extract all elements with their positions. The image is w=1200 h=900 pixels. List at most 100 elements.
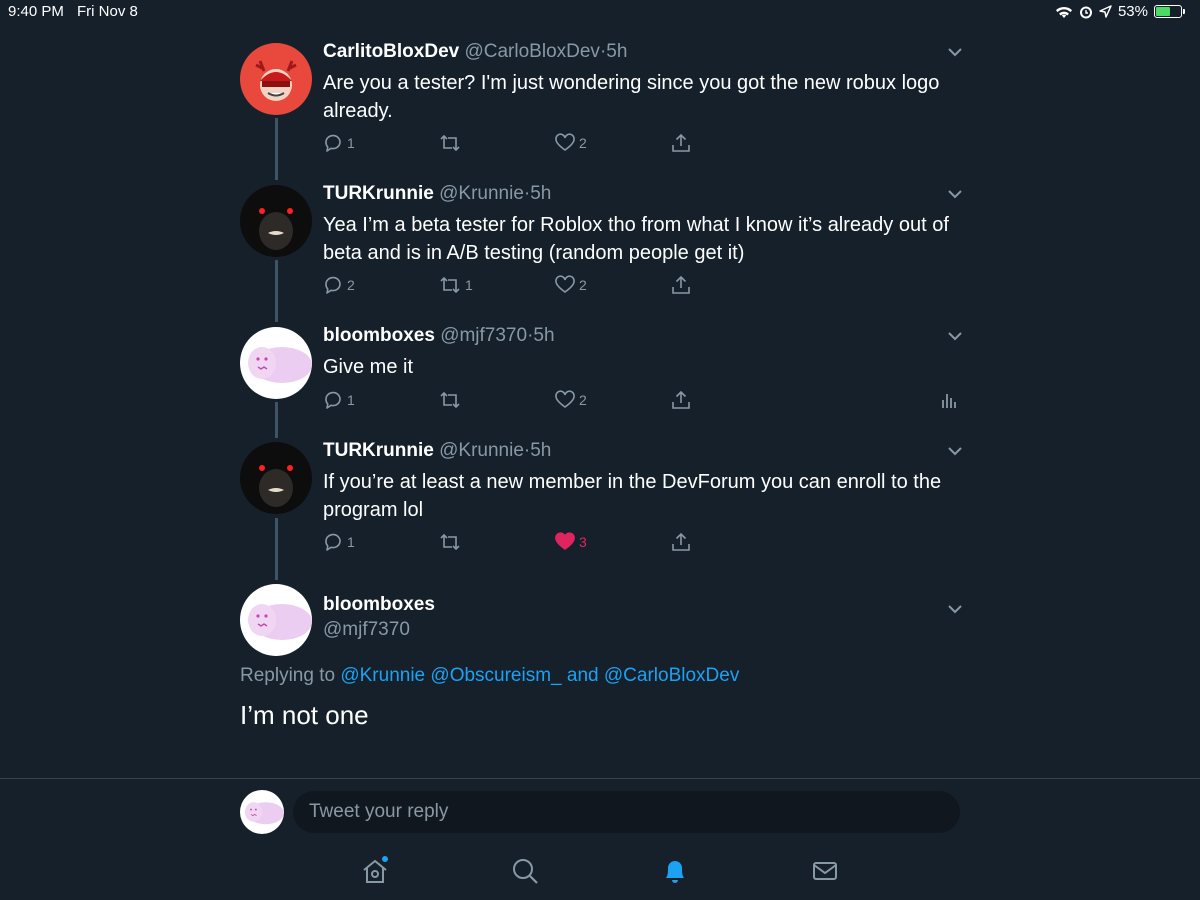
chevron-down-icon[interactable] xyxy=(946,442,964,460)
share-button[interactable] xyxy=(671,389,691,411)
retweet-button[interactable] xyxy=(439,132,465,154)
battery-percent: 53% xyxy=(1117,3,1148,20)
battery-icon xyxy=(1154,5,1185,18)
username[interactable]: @mjf7370 xyxy=(440,325,527,346)
reply-icon xyxy=(325,134,341,152)
home-icon[interactable] xyxy=(360,856,390,886)
thread-line xyxy=(275,518,278,580)
heart-icon xyxy=(555,133,575,151)
timestamp: 5h xyxy=(606,41,628,62)
reply-button[interactable]: 1 xyxy=(323,132,355,154)
replying-to: Replying to @Krunnie @Obscureism_ and @C… xyxy=(240,665,739,687)
search-icon[interactable] xyxy=(510,856,540,886)
reply-count: 1 xyxy=(347,534,355,550)
analytics-icon xyxy=(942,394,956,408)
retweet-button[interactable] xyxy=(439,389,465,411)
mention-link[interactable]: @Krunnie xyxy=(340,665,425,686)
retweet-icon xyxy=(440,276,460,294)
location-icon xyxy=(1099,5,1112,18)
wifi-icon xyxy=(1055,6,1072,18)
username[interactable]: @Krunnie xyxy=(439,440,524,461)
timestamp: 5h xyxy=(530,440,552,461)
status-date: Fri Nov 8 xyxy=(77,3,138,20)
like-count: 2 xyxy=(579,277,587,293)
mention-link[interactable]: @CarloBloxDev xyxy=(604,665,739,686)
timestamp: 5h xyxy=(530,183,552,204)
display-name[interactable]: bloomboxes xyxy=(323,325,435,346)
tweet[interactable]: TURKrunnie @Krunnie·5h If you’re at leas… xyxy=(323,439,963,524)
heart-filled-icon xyxy=(555,532,575,550)
reply-input[interactable] xyxy=(293,791,960,833)
tweet-text: If you’re at least a new member in the D… xyxy=(323,471,942,521)
reply-icon xyxy=(325,391,341,409)
tweet-text: Give me it xyxy=(323,356,414,378)
chevron-down-icon[interactable] xyxy=(946,43,964,61)
share-icon xyxy=(672,532,690,551)
heart-icon xyxy=(555,275,575,293)
alarm-icon xyxy=(1079,6,1092,18)
avatar xyxy=(240,790,284,834)
chevron-down-icon[interactable] xyxy=(946,600,964,618)
status-bar: 9:40 PM Fri Nov 8 53% xyxy=(0,0,1200,24)
thread-line xyxy=(275,402,278,438)
tweet-header: TURKrunnie @Krunnie·5h xyxy=(323,439,963,463)
status-right: 53% xyxy=(1055,3,1185,20)
tweet-text: Are you a tester? I'm just wondering sin… xyxy=(323,72,940,122)
tweet-header: bloomboxes @mjf7370·5h xyxy=(323,324,963,348)
mention-link[interactable]: @Obscureism_ xyxy=(430,665,561,686)
tweet[interactable]: CarlitoBloxDev @CarloBloxDev·5h Are you … xyxy=(323,40,963,125)
share-icon xyxy=(672,390,690,409)
like-button[interactable]: 3 xyxy=(555,531,587,553)
status-time: 9:40 PM xyxy=(8,3,64,20)
username[interactable]: @mjf7370 xyxy=(323,619,410,641)
avatar[interactable] xyxy=(240,442,312,514)
retweet-icon xyxy=(440,391,460,409)
like-button[interactable]: 2 xyxy=(555,274,587,296)
username[interactable]: @CarloBloxDev xyxy=(464,41,599,62)
reply-icon xyxy=(325,533,341,551)
retweet-button[interactable]: 1 xyxy=(439,274,473,296)
display-name[interactable]: bloomboxes xyxy=(323,594,435,616)
messages-icon[interactable] xyxy=(810,856,840,886)
like-button[interactable]: 2 xyxy=(555,389,587,411)
reply-count: 1 xyxy=(347,392,355,408)
reply-button[interactable]: 2 xyxy=(323,274,355,296)
display-name[interactable]: TURKrunnie xyxy=(323,440,434,461)
notifications-icon[interactable] xyxy=(660,856,690,886)
avatar[interactable] xyxy=(240,185,312,257)
retweet-icon xyxy=(440,533,460,551)
share-icon xyxy=(672,133,690,152)
retweet-button[interactable] xyxy=(439,531,465,553)
divider xyxy=(0,778,1200,779)
tweet-header: CarlitoBloxDev @CarloBloxDev·5h xyxy=(323,40,963,64)
display-name[interactable]: CarlitoBloxDev xyxy=(323,41,459,62)
reply-count: 1 xyxy=(347,135,355,151)
like-button[interactable]: 2 xyxy=(555,132,587,154)
like-count: 2 xyxy=(579,135,587,151)
replying-and[interactable]: and xyxy=(567,665,599,686)
display-name[interactable]: TURKrunnie xyxy=(323,183,434,204)
heart-icon xyxy=(555,390,575,408)
tweet[interactable]: bloomboxes @mjf7370·5h Give me it xyxy=(323,324,963,381)
username[interactable]: @Krunnie xyxy=(439,183,524,204)
tweet[interactable]: TURKrunnie @Krunnie·5h Yea I’m a beta te… xyxy=(323,182,963,267)
avatar[interactable] xyxy=(240,584,312,656)
tweet-text: Yea I’m a beta tester for Roblox tho fro… xyxy=(323,214,949,264)
chevron-down-icon[interactable] xyxy=(946,185,964,203)
thread-line xyxy=(275,118,278,180)
share-button[interactable] xyxy=(671,274,691,296)
avatar[interactable] xyxy=(240,327,312,399)
chevron-down-icon[interactable] xyxy=(946,327,964,345)
reply-button[interactable]: 1 xyxy=(323,389,355,411)
like-count: 3 xyxy=(579,534,587,550)
reply-icon xyxy=(325,276,341,294)
tweet-header: TURKrunnie @Krunnie·5h xyxy=(323,182,963,206)
share-button[interactable] xyxy=(671,531,691,553)
analytics-button[interactable] xyxy=(941,389,957,411)
reply-count: 2 xyxy=(347,277,355,293)
share-icon xyxy=(672,275,690,294)
replying-to-label: Replying to xyxy=(240,665,336,686)
reply-button[interactable]: 1 xyxy=(323,531,355,553)
avatar[interactable] xyxy=(240,43,312,115)
share-button[interactable] xyxy=(671,132,691,154)
